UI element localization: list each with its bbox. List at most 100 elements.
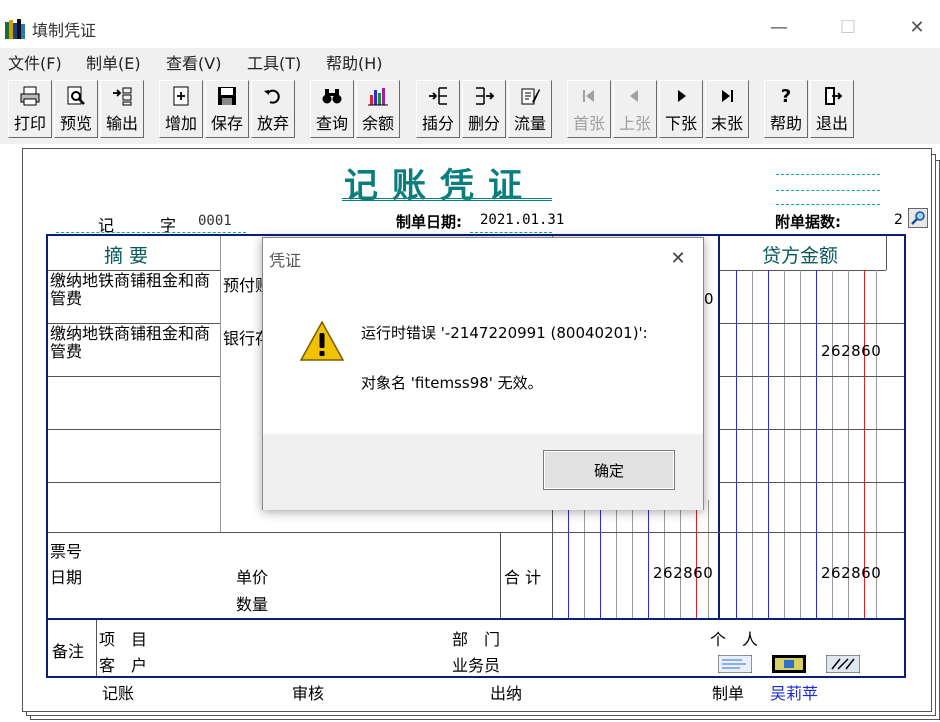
menu-tools[interactable]: 工具(T) (247, 50, 301, 74)
column-divider (220, 236, 221, 532)
row-divider (720, 482, 904, 483)
prev-voucher-button[interactable]: 上张 (613, 80, 657, 138)
help-label: 帮助 (769, 114, 802, 133)
cashflow-label: 流量 (513, 114, 546, 133)
total-debit-amount: 262860 (653, 564, 714, 582)
ok-button[interactable]: 确定 (543, 450, 675, 490)
help-button[interactable]: ? 帮助 (764, 80, 808, 138)
voucher-number[interactable]: 0001 (198, 213, 232, 229)
check-icon[interactable] (826, 655, 860, 673)
grid-line (632, 500, 633, 618)
grid-line (680, 500, 681, 618)
printer-icon (20, 86, 40, 106)
balance-button[interactable]: 余额 (356, 80, 400, 138)
error-message-line1: 运行时错误 '-2147220991 (80040201)': (361, 324, 648, 342)
insert-row-icon (429, 87, 447, 105)
maximize-button[interactable]: ☐ (825, 10, 871, 44)
remark-divider (96, 620, 97, 676)
row1-debit-amount[interactable]: 0 (704, 290, 714, 308)
bookkeeper-label: 记账 (102, 684, 135, 703)
person-label[interactable]: 个 人 (710, 626, 758, 650)
undo-icon (264, 89, 280, 104)
ticket-date-label: 日期 (50, 568, 83, 587)
first-voucher-button[interactable]: 首张 (567, 80, 611, 138)
discard-button[interactable]: 放弃 (251, 80, 295, 138)
row-divider (48, 532, 904, 533)
ok-label: 确定 (593, 461, 624, 480)
flow-icon (521, 88, 540, 105)
project-label[interactable]: 项 目 (99, 626, 147, 650)
maximize-icon: ☐ (839, 16, 857, 38)
books-app-icon (5, 19, 25, 39)
print-label: 打印 (13, 114, 46, 133)
voucher-date[interactable]: 2021.01.31 (480, 212, 564, 228)
column-divider (886, 236, 887, 270)
attachments-lookup-button[interactable] (908, 208, 928, 228)
save-icon (218, 87, 236, 105)
save-label: 保存 (210, 114, 243, 133)
svg-text:?: ? (781, 86, 791, 107)
attachments-label: 附单据数: (775, 213, 841, 231)
menu-edit[interactable]: 制单(E) (86, 50, 141, 74)
dialog-footer: 确定 (263, 434, 703, 510)
card-icon[interactable] (772, 655, 806, 673)
menu-bar: 文件(F) 制单(E) 查看(V) 工具(T) 帮助(H) (0, 48, 940, 74)
cashflow-button[interactable]: 流量 (508, 80, 552, 138)
dotted-line (776, 174, 880, 175)
dialog-close-button[interactable]: ✕ (661, 242, 695, 274)
remark-label: 备注 (52, 642, 85, 661)
insert-entry-button[interactable]: 插分 (416, 80, 460, 138)
last-icon (722, 90, 733, 102)
notes-icon[interactable] (718, 655, 752, 673)
row-divider (720, 376, 904, 377)
row2-credit-amount[interactable]: 262860 (821, 342, 881, 360)
grid-line (584, 500, 585, 618)
row1-summary[interactable]: 缴纳地铁商铺租金和商管费 (50, 272, 218, 308)
exit-button[interactable]: 退出 (810, 80, 854, 138)
bar-chart-icon (368, 88, 388, 106)
menu-help[interactable]: 帮助(H) (326, 50, 383, 74)
add-label: 增加 (164, 114, 197, 133)
next-voucher-label: 下张 (664, 114, 697, 133)
dotted-line (56, 232, 246, 233)
last-voucher-button[interactable]: 末张 (705, 80, 749, 138)
next-icon (678, 90, 686, 102)
row2-summary[interactable]: 缴纳地铁商铺租金和商管费 (50, 325, 218, 361)
summary-header: 摘 要 (104, 245, 149, 267)
add-button[interactable]: 增加 (159, 80, 203, 138)
exit-label: 退出 (815, 114, 848, 133)
maker-label: 制单 (712, 684, 745, 703)
preview-label: 预览 (59, 114, 92, 133)
delete-entry-button[interactable]: 删分 (462, 80, 506, 138)
magnifier-icon (911, 211, 925, 225)
preview-button[interactable]: 预览 (54, 80, 98, 138)
close-icon: ✕ (670, 247, 686, 269)
customer-label[interactable]: 客 户 (99, 652, 147, 676)
salesman-label[interactable]: 业务员 (452, 652, 500, 676)
header-row-divider (720, 270, 886, 271)
binoculars-icon (322, 89, 342, 104)
minimize-icon: — (770, 16, 788, 38)
unit-price-label: 单价 (236, 568, 269, 587)
department-label[interactable]: 部 门 (452, 626, 500, 650)
export-button[interactable]: 输出 (100, 80, 144, 138)
save-button[interactable]: 保存 (205, 80, 249, 138)
attachments-count[interactable]: 2 (894, 212, 903, 228)
menu-view[interactable]: 查看(V) (166, 50, 221, 74)
row-divider (48, 376, 220, 377)
cashier-label: 出纳 (490, 684, 523, 703)
query-button[interactable]: 查询 (310, 80, 354, 138)
minimize-button[interactable]: — (756, 10, 802, 44)
menu-file[interactable]: 文件(F) (8, 50, 62, 74)
warning-icon (299, 320, 345, 361)
first-icon (583, 90, 594, 102)
total-label: 合 计 (504, 568, 542, 587)
close-button[interactable]: ✕ (894, 10, 940, 44)
title-bar: 填制凭证 — ☐ ✕ (0, 8, 940, 46)
prev-icon (630, 90, 638, 102)
debit-credit-divider (718, 236, 720, 618)
print-button[interactable]: 打印 (8, 80, 52, 138)
next-voucher-button[interactable]: 下张 (659, 80, 703, 138)
maker-name: 吴莉苹 (770, 684, 819, 703)
auditor-label: 审核 (292, 684, 325, 703)
